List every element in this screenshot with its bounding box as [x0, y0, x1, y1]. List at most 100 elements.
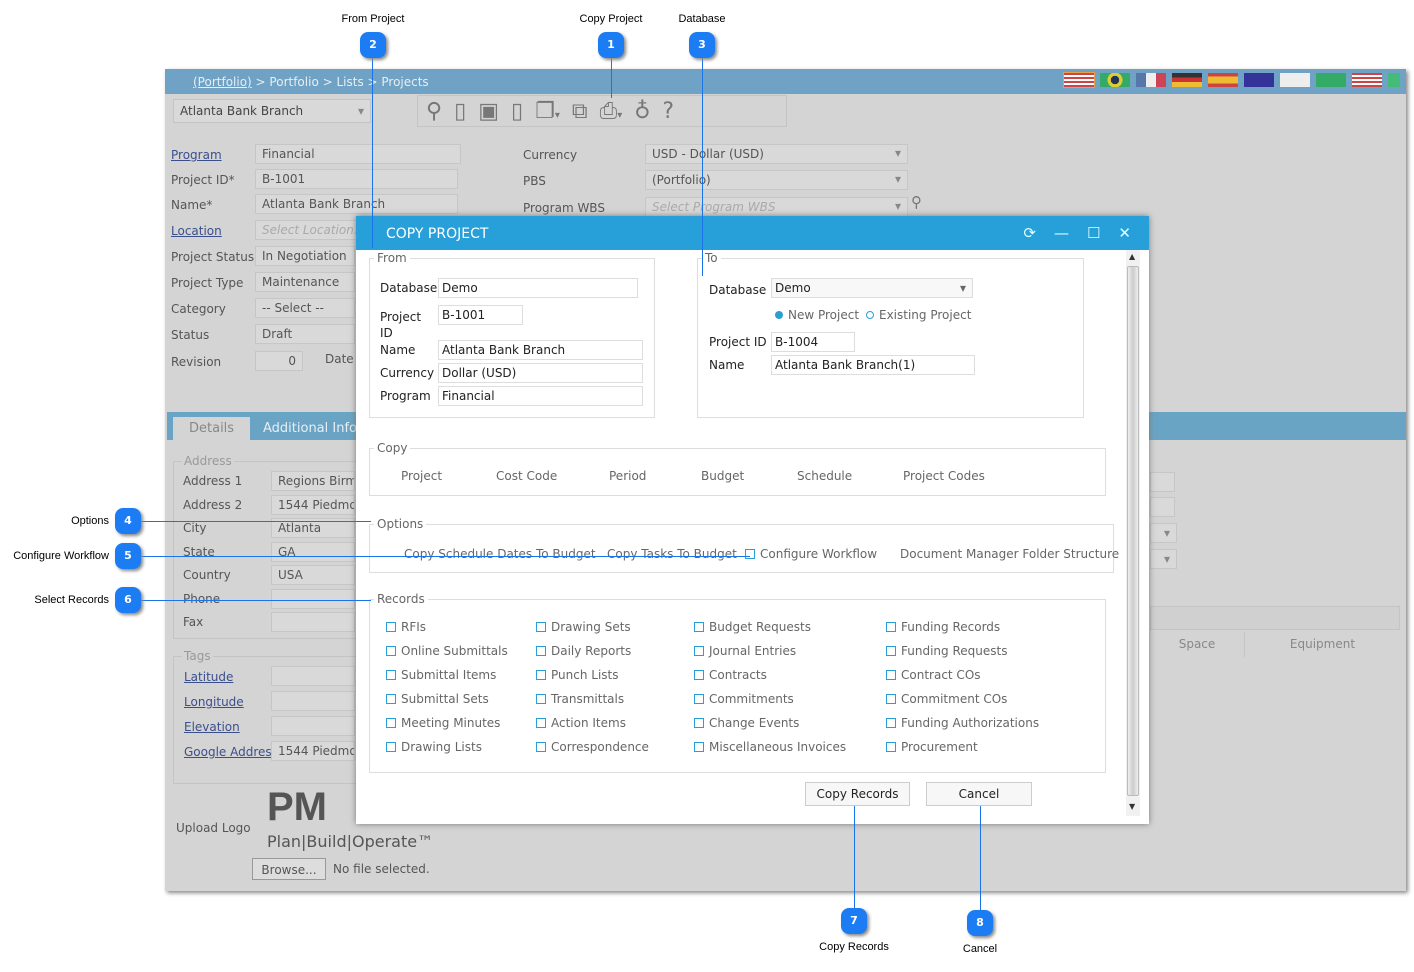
record-checkbox[interactable]: Funding Requests — [886, 644, 1007, 658]
field-select[interactable]: USD - Dollar (USD) — [645, 144, 908, 164]
checkbox-icon[interactable] — [536, 670, 546, 680]
address-input[interactable] — [271, 612, 355, 632]
copy-records-button[interactable]: Copy Records — [805, 782, 910, 806]
field-select[interactable]: (Portfolio) — [645, 170, 908, 190]
checkbox-icon[interactable] — [694, 694, 704, 704]
checkbox-icon[interactable] — [745, 549, 755, 559]
checkbox-icon[interactable] — [386, 694, 396, 704]
tag-label[interactable]: Latitude — [184, 670, 233, 684]
checkbox-icon[interactable] — [694, 718, 704, 728]
record-checkbox[interactable]: Meeting Minutes — [386, 716, 500, 730]
scroll-down-icon[interactable]: ▼ — [1129, 802, 1135, 811]
record-checkbox[interactable]: Drawing Lists — [386, 740, 482, 754]
record-checkbox[interactable]: RFIs — [386, 620, 426, 634]
field-select[interactable]: Select Program WBS — [645, 197, 908, 217]
tag-input[interactable] — [271, 716, 355, 736]
field-input[interactable]: Atlanta Bank Branch — [255, 194, 458, 214]
record-checkbox[interactable]: Transmittals — [536, 692, 624, 706]
record-checkbox[interactable]: Miscellaneous Invoices — [694, 740, 846, 754]
tab-details[interactable]: Details — [173, 417, 251, 440]
field-label[interactable]: Location — [171, 224, 222, 238]
checkbox-icon[interactable] — [386, 622, 396, 632]
checkbox-icon[interactable] — [886, 646, 896, 656]
flag-germany-icon[interactable] — [1172, 73, 1202, 87]
field-input[interactable]: B-1001 — [255, 169, 458, 189]
flag-us-icon[interactable] — [1063, 72, 1095, 88]
maximize-icon[interactable]: ☐ — [1087, 224, 1100, 242]
from-input[interactable]: B-1001 — [438, 305, 523, 325]
checkbox-icon[interactable] — [694, 742, 704, 752]
flag-australia-icon[interactable] — [1244, 73, 1274, 87]
record-checkbox[interactable]: Contract COs — [886, 668, 981, 682]
minimize-icon[interactable]: — — [1054, 224, 1069, 242]
scrollbar[interactable]: ▲ ▼ — [1126, 250, 1140, 816]
checkbox-icon[interactable] — [386, 646, 396, 656]
record-checkbox[interactable]: Funding Records — [886, 620, 1000, 634]
record-checkbox[interactable]: Contracts — [694, 668, 767, 682]
option-item[interactable]: Copy Tasks To Budget — [607, 547, 737, 561]
record-checkbox[interactable]: Daily Reports — [536, 644, 631, 658]
tag-input[interactable]: 1544 Piedmont — [271, 741, 355, 761]
address-input[interactable]: USA — [271, 565, 355, 585]
record-checkbox[interactable]: Procurement — [886, 740, 978, 754]
tag-input[interactable] — [271, 666, 355, 686]
delete-icon[interactable]: ▯ — [511, 99, 523, 124]
from-input[interactable]: Demo — [438, 278, 638, 298]
tab-additional-info[interactable]: Additional Info — [247, 417, 373, 440]
from-input[interactable]: Atlanta Bank Branch — [438, 340, 643, 360]
checkbox-icon[interactable] — [386, 742, 396, 752]
tag-input[interactable] — [271, 691, 355, 711]
record-checkbox[interactable]: Budget Requests — [694, 620, 811, 634]
tag-label[interactable]: Longitude — [184, 695, 244, 709]
record-checkbox[interactable]: Submittal Sets — [386, 692, 489, 706]
option-item[interactable]: Configure Workflow — [745, 547, 877, 561]
flag-brazil-icon[interactable] — [1100, 73, 1130, 87]
checkbox-icon[interactable] — [386, 718, 396, 728]
checkbox-icon[interactable] — [536, 622, 546, 632]
browse-button[interactable]: Browse... — [252, 858, 326, 880]
copy-item[interactable]: Project Codes — [903, 469, 985, 483]
scroll-thumb[interactable] — [1127, 266, 1139, 796]
save-icon[interactable]: ▣ — [478, 99, 499, 124]
address-input[interactable]: GA — [271, 541, 355, 562]
record-checkbox[interactable]: Commitments — [694, 692, 794, 706]
breadcrumb-root[interactable]: (Portfolio) — [193, 75, 252, 89]
record-checkbox[interactable]: Online Submittals — [386, 644, 508, 658]
record-checkbox[interactable]: Funding Authorizations — [886, 716, 1039, 730]
record-checkbox[interactable]: Commitment COs — [886, 692, 1007, 706]
checkbox-icon[interactable] — [694, 646, 704, 656]
copy-project-icon[interactable]: ❐▾ — [535, 99, 560, 124]
print-icon[interactable]: ⎙▾ — [600, 99, 623, 124]
address-input[interactable]: 1544 Piedmont — [271, 494, 355, 515]
record-checkbox[interactable]: Correspondence — [536, 740, 649, 754]
scroll-up-icon[interactable]: ▲ — [1129, 252, 1135, 261]
close-icon[interactable]: ✕ — [1118, 224, 1131, 242]
address-input[interactable] — [271, 588, 355, 609]
flag-saudi-icon[interactable] — [1316, 73, 1346, 87]
tag-label[interactable]: Elevation — [184, 720, 240, 734]
checkbox-icon[interactable] — [886, 718, 896, 728]
field-label[interactable]: Program — [171, 148, 222, 162]
to-project-id-input[interactable]: B-1004 — [771, 332, 855, 352]
project-select[interactable]: Atlanta Bank Branch ▾ — [173, 99, 371, 123]
from-input[interactable]: Financial — [438, 386, 643, 406]
checkbox-icon[interactable] — [694, 622, 704, 632]
help-icon[interactable]: ? — [662, 99, 674, 124]
lightbulb-icon[interactable]: ♁ — [634, 99, 650, 124]
cancel-button[interactable]: Cancel — [926, 782, 1032, 806]
copy-item[interactable]: Project — [401, 469, 442, 483]
field-input[interactable]: -- Select -- — [255, 298, 355, 318]
radio-existing-project[interactable]: Existing Project — [866, 308, 971, 322]
checkbox-icon[interactable] — [694, 670, 704, 680]
search-wbs-icon[interactable]: ⚲ — [911, 193, 922, 211]
search-icon[interactable]: ⚲ — [426, 99, 442, 124]
new-icon[interactable]: ▯ — [454, 99, 466, 124]
checkbox-icon[interactable] — [886, 694, 896, 704]
to-name-input[interactable]: Atlanta Bank Branch(1) — [771, 355, 975, 375]
record-checkbox[interactable]: Change Events — [694, 716, 799, 730]
checkbox-icon[interactable] — [536, 646, 546, 656]
copy-item[interactable]: Schedule — [797, 469, 852, 483]
field-input[interactable]: 0 — [255, 351, 303, 371]
checkbox-icon[interactable] — [536, 718, 546, 728]
to-database-select[interactable]: Demo ▾ — [771, 278, 973, 298]
